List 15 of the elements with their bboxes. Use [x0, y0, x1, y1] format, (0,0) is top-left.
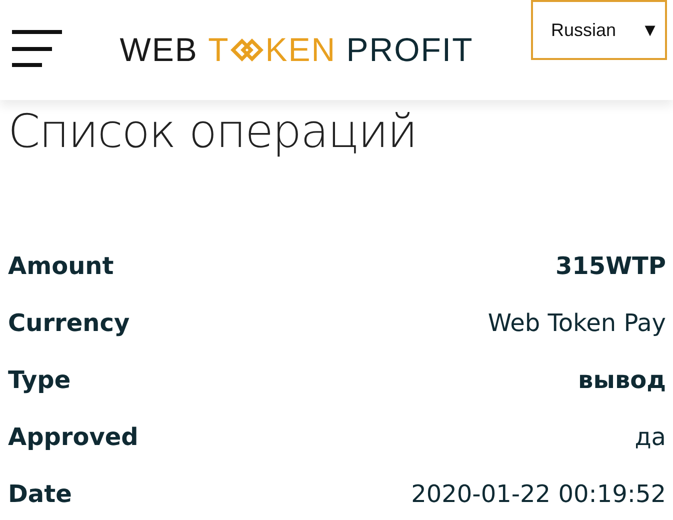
field-value: 315WTP: [555, 250, 666, 282]
menu-button[interactable]: [12, 30, 62, 70]
logo: WEB T KEN PROFIT: [120, 30, 474, 70]
field-label: Amount: [8, 250, 114, 282]
page-title: Список операций: [8, 104, 418, 160]
menu-icon: [12, 30, 62, 70]
field-value: да: [634, 422, 666, 453]
field-value: 2020-01-22 00:19:52: [411, 478, 666, 510]
field-label: Currency: [8, 308, 130, 339]
field-value: вывод: [578, 364, 666, 396]
field-label: Date: [8, 478, 72, 510]
language-select[interactable]: Russian ▼: [530, 0, 667, 60]
field-label: Approved: [8, 422, 138, 453]
field-label: Type: [8, 364, 71, 396]
field-value: Web Token Pay: [488, 308, 666, 339]
